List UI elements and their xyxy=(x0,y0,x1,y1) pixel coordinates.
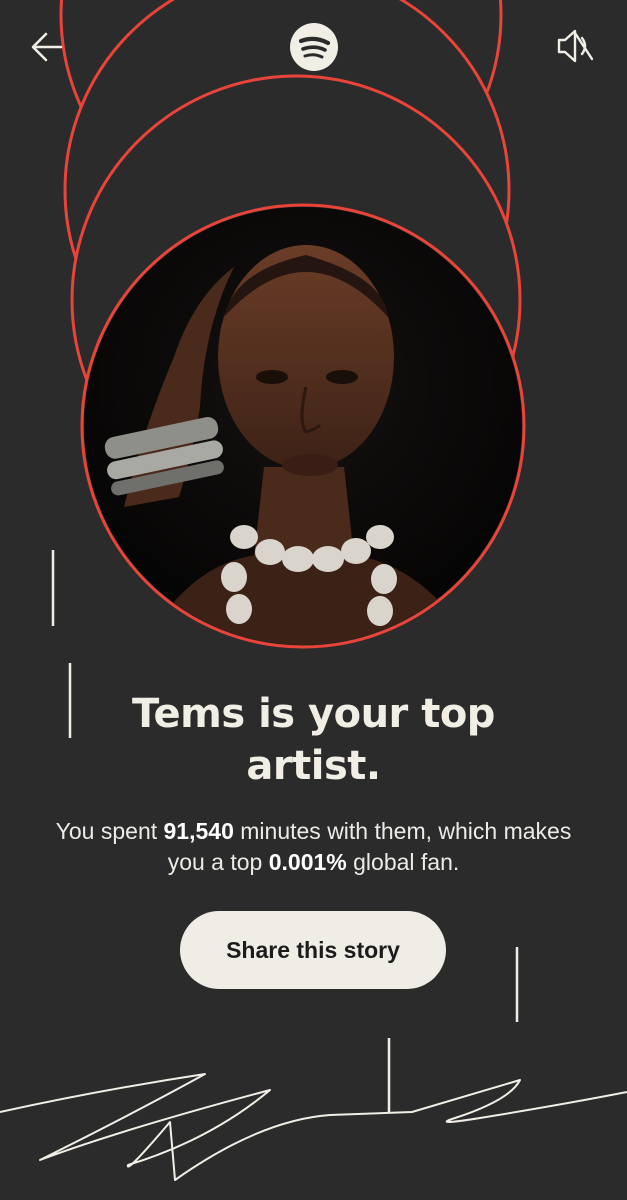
back-button[interactable] xyxy=(22,24,72,70)
headline-line-1: Tems is your top xyxy=(132,691,495,737)
wrapped-story-screen: Tems is your top artist. You spent 91,54… xyxy=(0,0,627,1200)
artist-photo xyxy=(84,207,522,645)
story-headline: Tems is your top artist. xyxy=(60,688,567,792)
spotify-logo xyxy=(288,21,340,73)
share-story-button[interactable]: Share this story xyxy=(180,911,446,989)
minutes-value: 91,540 xyxy=(163,818,234,844)
spotify-logo-icon xyxy=(290,23,338,71)
speaker-muted-icon xyxy=(557,29,594,63)
percentile-value: 0.001% xyxy=(268,849,347,875)
subtitle-text-3: global fan. xyxy=(346,849,460,875)
headline-line-2: artist. xyxy=(246,743,381,789)
sound-toggle-button[interactable] xyxy=(548,22,602,70)
story-subtitle: You spent 91,540 minutes with them, whic… xyxy=(40,816,587,878)
arrow-left-icon xyxy=(31,32,63,62)
subtitle-text-1: You spent xyxy=(55,818,164,844)
